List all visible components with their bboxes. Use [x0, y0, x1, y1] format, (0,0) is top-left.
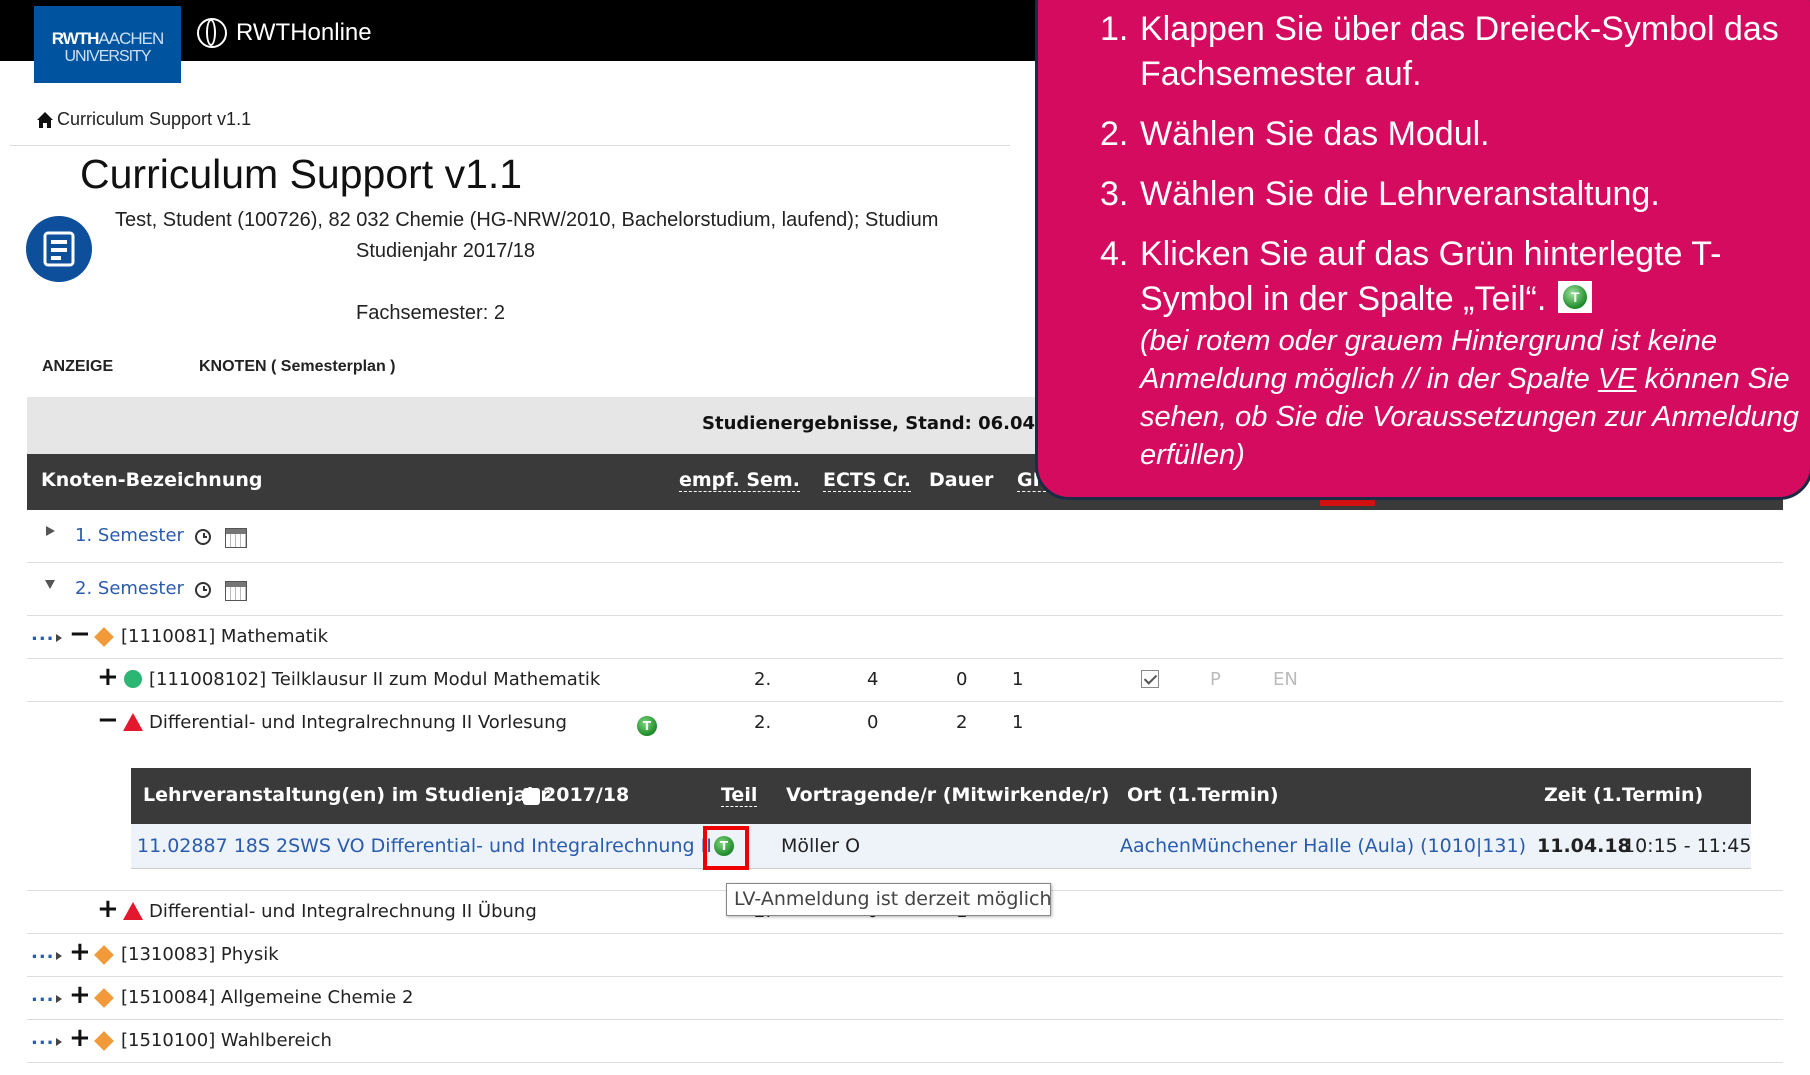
collapse-triangle-icon[interactable]	[45, 580, 55, 589]
col-year[interactable]: 2017/18	[543, 784, 629, 806]
path-dots[interactable]: ...	[31, 942, 55, 963]
study-year: Studienjahr 2017/18	[356, 240, 536, 262]
step-4: 4. Klicken Sie auf das Grün hinterlegte T…	[1100, 232, 1800, 474]
gf-value: 1	[1012, 669, 1024, 690]
highlight-box	[703, 826, 749, 870]
rwth-logo[interactable]: RWTHAACHEN UNIVERSITY	[34, 6, 181, 83]
module-label[interactable]: [1310083] Physik	[121, 944, 279, 965]
course-row[interactable]: − Differential- und Integralrechnung II …	[27, 702, 1783, 744]
course-table-row[interactable]: 11.02887 18S 2SWS VO Differential- und I…	[131, 824, 1751, 869]
module-row[interactable]: ... + [1310083] Physik	[27, 934, 1783, 977]
home-icon	[37, 111, 53, 128]
expand-icon[interactable]: +	[69, 937, 91, 967]
module-icon	[94, 988, 114, 1008]
dauer-value: 0	[956, 669, 968, 690]
step-1: 1. Klappen Sie über das Dreieck-Symbol da…	[1100, 10, 1779, 93]
lecturer[interactable]: Möller O	[781, 835, 860, 857]
step-2: 2. Wählen Sie das Modul.	[1100, 115, 1490, 153]
curriculum-app-icon	[26, 216, 92, 282]
t-register-icon[interactable]: T	[637, 716, 657, 736]
path-arrow-icon	[56, 1038, 62, 1046]
course-title-link[interactable]: 11.02887 18S 2SWS VO Differential- und I…	[137, 835, 712, 857]
exam-row[interactable]: + [111008102] Teilklausur II zum Modul M…	[27, 659, 1783, 702]
expand-triangle-icon[interactable]	[46, 526, 55, 536]
app-name[interactable]: RWTHonline	[197, 18, 372, 48]
ects-value: 4	[867, 669, 879, 690]
col-teil[interactable]: Teil	[721, 784, 758, 807]
step-3: 3. Wählen Sie die Lehrveranstaltung.	[1100, 175, 1660, 213]
step-4-note: (bei rotem oder grauem Hintergrund ist k…	[1140, 325, 1799, 471]
module-row[interactable]: ... − [1110081] Mathematik	[27, 616, 1783, 659]
module-icon	[94, 945, 114, 965]
location-link[interactable]: AachenMünchener Halle (Aula) (1010|131)	[1120, 835, 1526, 857]
expand-icon[interactable]: +	[97, 894, 119, 924]
course-time: 10:15 - 11:45	[1623, 835, 1752, 857]
path-dots[interactable]: ...	[31, 624, 55, 645]
column-marker	[1320, 500, 1375, 506]
expand-icon[interactable]: +	[69, 980, 91, 1010]
course-label[interactable]: Differential- und Integralrechnung II Üb…	[149, 901, 537, 922]
breadcrumb[interactable]: Curriculum Support v1.1	[36, 109, 251, 130]
col-ort: Ort (1.Termin)	[1127, 784, 1279, 806]
col-ects[interactable]: ECTS Cr.	[823, 469, 912, 492]
course-label[interactable]: Differential- und Integralrechnung II Vo…	[149, 712, 567, 733]
globe-icon	[197, 18, 227, 48]
path-arrow-icon	[56, 995, 62, 1003]
ects-value: 0	[867, 712, 879, 733]
expand-icon[interactable]: +	[69, 1023, 91, 1053]
module-label[interactable]: [1110081] Mathematik	[121, 626, 328, 647]
anzeige-label: ANZEIGE	[42, 358, 114, 375]
clock-icon[interactable]	[195, 582, 211, 598]
gf-value: 1	[1012, 712, 1024, 733]
col-lv: Lehrveranstaltung(en) im Studienjahr	[143, 784, 550, 806]
module-label[interactable]: [1510100] Wahlbereich	[121, 1030, 332, 1051]
col-zeit: Zeit (1.Termin)	[1544, 784, 1704, 806]
path-dots[interactable]: ...	[31, 1028, 55, 1049]
sem-value: 2.	[754, 669, 772, 690]
semester-row[interactable]: 1. Semester	[27, 510, 1783, 563]
checkbox-icon	[1141, 670, 1159, 688]
course-date: 11.04.18	[1537, 835, 1631, 857]
module-icon	[94, 1031, 114, 1051]
exam-status-icon	[124, 670, 142, 688]
registration-tooltip: LV-Anmeldung ist derzeit möglich	[726, 883, 1051, 916]
sem-value: 2.	[754, 712, 772, 733]
path-dots[interactable]: ...	[31, 985, 55, 1006]
module-row[interactable]: ... + [1510084] Allgemeine Chemie 2	[27, 977, 1783, 1020]
semester-link[interactable]: 2. Semester	[75, 578, 184, 599]
student-info: Test, Student (100726), 82 032 Chemie (H…	[115, 209, 939, 231]
module-icon	[94, 627, 114, 647]
module-row[interactable]: ... + [1510100] Wahlbereich	[27, 1020, 1783, 1063]
path-arrow-icon	[56, 634, 62, 642]
year-prev-icon[interactable]	[523, 788, 540, 805]
t-symbol-icon	[1558, 281, 1593, 313]
results-stand: Studienergebnisse, Stand: 06.04.20	[702, 413, 1067, 434]
calendar-icon[interactable]	[225, 581, 247, 601]
col-name: Knoten-Bezeichnung	[41, 469, 263, 491]
course-table-header: Lehrveranstaltung(en) im Studienjahr 201…	[131, 768, 1751, 824]
expand-icon[interactable]: +	[97, 662, 119, 692]
col-vortragende: Vortragende/r (Mitwirkende/r)	[786, 784, 1110, 806]
fachsemester: Fachsemester: 2	[356, 302, 505, 324]
collapse-icon[interactable]: −	[97, 705, 119, 735]
calendar-icon[interactable]	[225, 528, 247, 548]
col-dauer: Dauer	[929, 469, 994, 491]
divider	[10, 145, 1010, 146]
knoten-label[interactable]: KNOTEN ( Semesterplan )	[199, 358, 395, 376]
page-title: Curriculum Support v1.1	[80, 151, 523, 197]
dauer-value: 2	[956, 712, 968, 733]
exam-label[interactable]: [111008102] Teilklausur II zum Modul Mat…	[149, 669, 600, 690]
clock-icon[interactable]	[195, 529, 211, 545]
semester-link[interactable]: 1. Semester	[75, 525, 184, 546]
path-arrow-icon	[56, 952, 62, 960]
col-sem[interactable]: empf. Sem.	[679, 469, 800, 492]
en-label: EN	[1273, 669, 1298, 690]
course-status-icon	[123, 902, 143, 920]
course-status-icon	[123, 713, 143, 731]
p-label: P	[1210, 669, 1221, 690]
semester-row[interactable]: 2. Semester	[27, 563, 1783, 616]
collapse-icon[interactable]: −	[69, 619, 91, 649]
instruction-callout: 1. Klappen Sie über das Dreieck-Symbol da…	[1035, 0, 1810, 500]
module-label[interactable]: [1510084] Allgemeine Chemie 2	[121, 987, 413, 1008]
